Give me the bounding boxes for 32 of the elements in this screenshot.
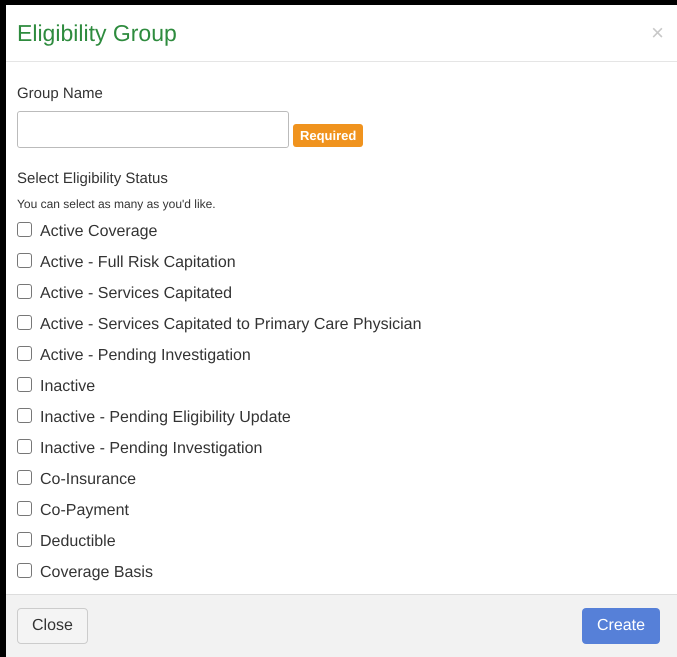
checkbox[interactable]: [17, 563, 32, 578]
option-label: Deductible: [40, 532, 116, 552]
checkbox[interactable]: [17, 377, 32, 392]
checkbox[interactable]: [17, 315, 32, 330]
option-label: Inactive - Pending Eligibility Update: [40, 408, 291, 428]
option-label: Co-Payment: [40, 500, 129, 520]
section-label: Select Eligibility Status: [17, 169, 169, 189]
checkbox[interactable]: [17, 439, 32, 454]
checkbox[interactable]: [17, 470, 32, 485]
option-label: Active - Full Risk Capitation: [40, 252, 236, 272]
option-label: Active - Pending Investigation: [40, 346, 251, 366]
option-label: Active - Services Capitated to Primary Care Physician: [40, 314, 422, 334]
checkbox[interactable]: [17, 222, 32, 237]
checkbox[interactable]: [17, 408, 32, 423]
option-label: Co-Insurance: [40, 470, 136, 490]
checkbox[interactable]: [17, 346, 32, 361]
option-label: Inactive - Pending Investigation: [40, 438, 262, 458]
dialog-title: Eligibility Group: [17, 18, 177, 48]
group-name-field[interactable]: [17, 111, 289, 148]
field-label: Group Name: [17, 84, 104, 104]
checkbox[interactable]: [17, 284, 32, 299]
option-label: Coverage Basis: [40, 562, 153, 582]
required-badge: Required: [293, 124, 364, 147]
checkbox[interactable]: [17, 253, 32, 268]
option-label: Inactive: [40, 376, 96, 396]
close-button[interactable]: Close: [17, 608, 88, 644]
checkbox[interactable]: [17, 532, 32, 547]
option-label: Active Coverage: [40, 222, 158, 242]
hint-text: You can select as many as you'd like.: [17, 196, 217, 212]
checkbox[interactable]: [17, 501, 32, 516]
create-button[interactable]: Create: [582, 608, 660, 644]
option-label: Active - Services Capitated: [40, 284, 232, 304]
